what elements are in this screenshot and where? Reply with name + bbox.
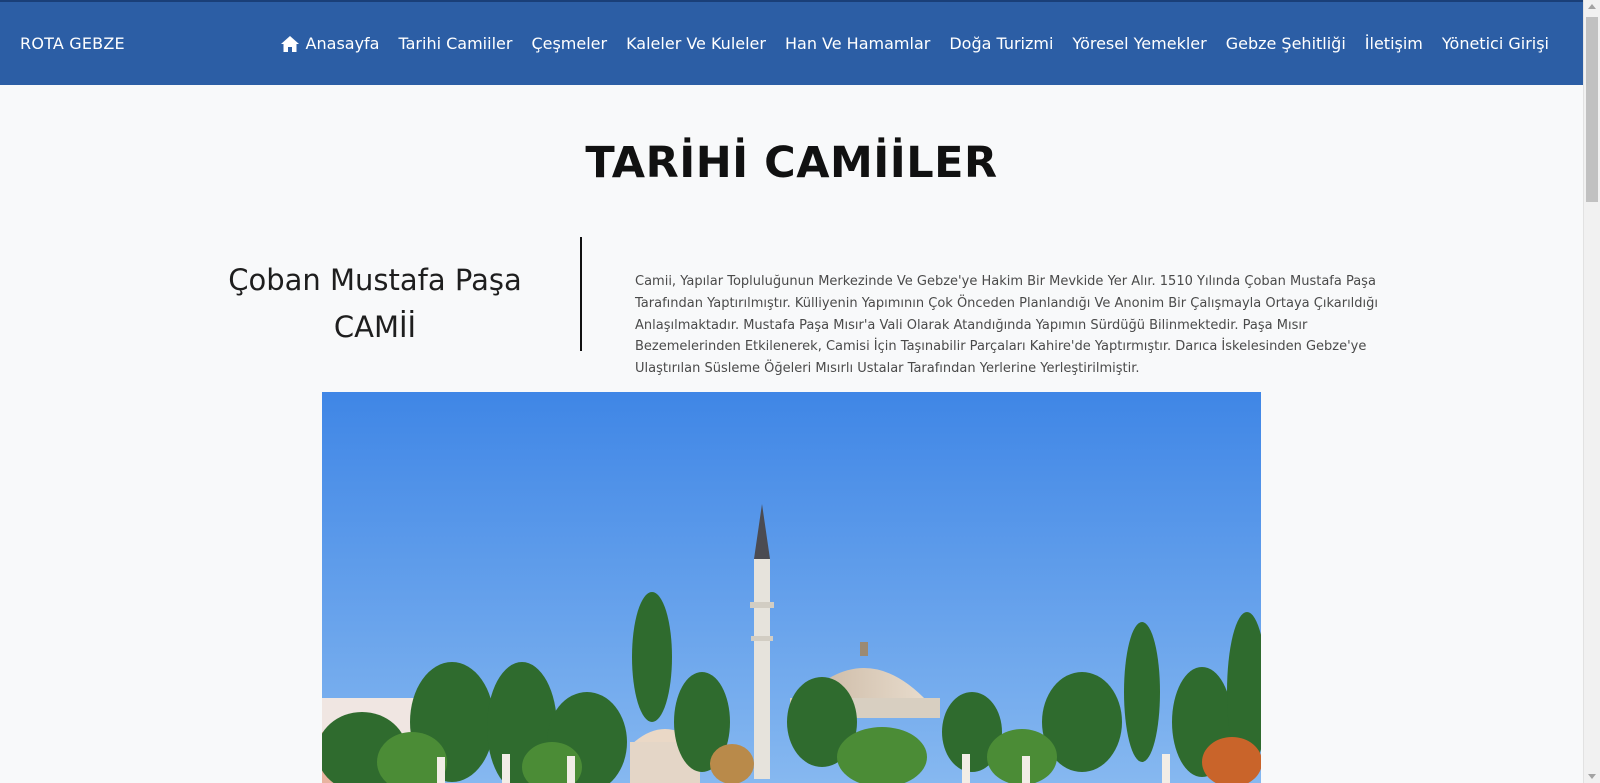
page-title: TARİHİ CAMİİLER <box>585 138 998 188</box>
vertical-divider <box>580 237 582 351</box>
nav-item-yoresel-yemekler[interactable]: Yöresel Yemekler <box>1072 34 1206 53</box>
mosque-photo <box>322 392 1261 783</box>
nav-item-doga-turizmi[interactable]: Doğa Turizmi <box>949 34 1053 53</box>
nav-item-han-ve-hamamlar[interactable]: Han Ve Hamamlar <box>785 34 930 53</box>
nav-item-cesmeler[interactable]: Çeşmeler <box>531 34 607 53</box>
nav-item-anasayfa[interactable]: Anasayfa <box>280 34 380 53</box>
nav-item-gebze-sehitligi[interactable]: Gebze Şehitliği <box>1226 34 1346 53</box>
mosque-photo-illustration <box>322 392 1261 783</box>
mosque-name-heading: Çoban Mustafa Paşa CAMİİ <box>210 257 540 351</box>
top-navbar: ROTA GEBZE Anasayfa Tarihi Camiiler Çeşm… <box>0 0 1583 85</box>
nav-menu: Anasayfa Tarihi Camiiler Çeşmeler Kalele… <box>280 34 1549 53</box>
scroll-down-arrow-icon[interactable] <box>1588 774 1596 779</box>
nav-item-tarihi-camiiler[interactable]: Tarihi Camiiler <box>398 34 512 53</box>
scrollbar-thumb[interactable] <box>1586 17 1598 202</box>
mosque-description: Camii, Yapılar Topluluğunun Merkezinde V… <box>635 274 1379 377</box>
mosque-name-line1: Çoban Mustafa Paşa <box>228 263 522 297</box>
vertical-scrollbar[interactable] <box>1583 0 1600 783</box>
nav-item-kaleler-ve-kuleler[interactable]: Kaleler Ve Kuleler <box>626 34 766 53</box>
nav-item-iletisim[interactable]: İletişim <box>1365 34 1423 53</box>
nav-item-label: Anasayfa <box>305 34 380 53</box>
scroll-up-arrow-icon[interactable] <box>1588 4 1596 9</box>
nav-item-yonetici-girisi[interactable]: Yönetici Girişi <box>1442 34 1549 53</box>
mosque-name-line2: CAMİİ <box>333 310 417 344</box>
home-icon <box>280 35 299 52</box>
brand-logo-link[interactable]: ROTA GEBZE <box>20 34 125 53</box>
